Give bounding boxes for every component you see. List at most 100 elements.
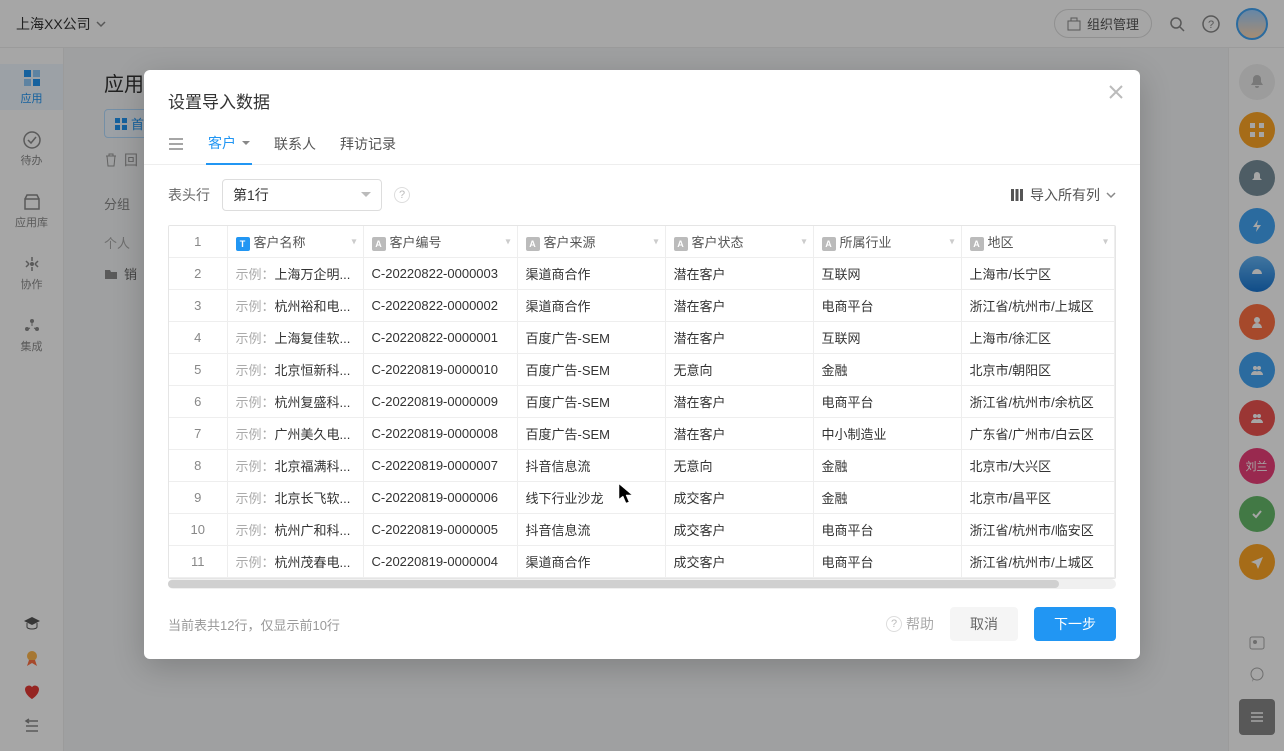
table-row[interactable]: 5示例：北京恒新科...C-20220819-0000010百度广告-SEM无意…: [169, 354, 1115, 386]
cell-region: 浙江省/杭州市/上城区: [961, 546, 1115, 578]
col-customer-source[interactable]: A客户来源▾: [517, 226, 665, 258]
cell-code: C-20220819-0000005: [363, 514, 517, 546]
cell-name: 示例：上海万企明...: [227, 258, 363, 290]
modal-tabs: 客户 联系人 拜访记录: [144, 123, 1140, 165]
cell-industry: 电商平台: [813, 386, 961, 418]
cell-status: 潜在客户: [665, 418, 813, 450]
cell-status: 成交客户: [665, 514, 813, 546]
cell-rownum: 6: [169, 386, 227, 418]
cell-industry: 互联网: [813, 258, 961, 290]
col-region[interactable]: A地区▾: [961, 226, 1115, 258]
col-customer-name[interactable]: T客户名称▾: [227, 226, 363, 258]
header-row-select[interactable]: 第1行: [222, 179, 382, 211]
cell-region: 浙江省/杭州市/余杭区: [961, 386, 1115, 418]
close-icon: [1108, 84, 1124, 100]
cell-industry: 金融: [813, 482, 961, 514]
cell-industry: 金融: [813, 450, 961, 482]
tab-customer[interactable]: 客户: [206, 123, 252, 165]
cell-region: 北京市/大兴区: [961, 450, 1115, 482]
cell-source: 百度广告-SEM: [517, 418, 665, 450]
cell-industry: 互联网: [813, 322, 961, 354]
horizontal-scrollbar[interactable]: [168, 579, 1116, 589]
modal-title: 设置导入数据: [168, 88, 1116, 113]
table-row[interactable]: 7示例：广州美久电...C-20220819-0000008百度广告-SEM潜在…: [169, 418, 1115, 450]
cancel-button[interactable]: 取消: [950, 607, 1018, 641]
info-icon[interactable]: ?: [394, 187, 410, 203]
cell-rownum: 11: [169, 546, 227, 578]
cell-status: 无意向: [665, 450, 813, 482]
help-link[interactable]: ? 帮助: [886, 614, 934, 634]
table-row[interactable]: 8示例：北京福满科...C-20220819-0000007抖音信息流无意向金融…: [169, 450, 1115, 482]
cell-status: 潜在客户: [665, 386, 813, 418]
table-row[interactable]: 9示例：北京长飞软...C-20220819-0000006线下行业沙龙成交客户…: [169, 482, 1115, 514]
table-row[interactable]: 2示例：上海万企明...C-20220822-0000003渠道商合作潜在客户互…: [169, 258, 1115, 290]
cell-status: 成交客户: [665, 546, 813, 578]
cell-region: 上海市/长宁区: [961, 258, 1115, 290]
cell-rownum: 5: [169, 354, 227, 386]
cell-source: 渠道商合作: [517, 546, 665, 578]
modal-overlay: 设置导入数据 客户 联系人 拜访记录 表头行 第1行: [0, 0, 1284, 751]
cell-name: 示例：北京福满科...: [227, 450, 363, 482]
cell-region: 北京市/昌平区: [961, 482, 1115, 514]
footer-note: 当前表共12行，仅显示前10行: [168, 615, 340, 634]
cell-code: C-20220819-0000010: [363, 354, 517, 386]
hamburger-icon: [168, 136, 184, 152]
cell-code: C-20220822-0000001: [363, 322, 517, 354]
header-row-value: 第1行: [233, 187, 269, 203]
cell-code: C-20220822-0000003: [363, 258, 517, 290]
cell-code: C-20220822-0000002: [363, 290, 517, 322]
tab-contact[interactable]: 联系人: [272, 124, 318, 164]
columns-icon: [1010, 188, 1024, 202]
cell-rownum: 4: [169, 322, 227, 354]
cell-code: C-20220819-0000009: [363, 386, 517, 418]
table-row[interactable]: 4示例：上海复佳软...C-20220822-0000001百度广告-SEM潜在…: [169, 322, 1115, 354]
table-row[interactable]: 11示例：杭州茂春电...C-20220819-0000004渠道商合作成交客户…: [169, 546, 1115, 578]
cell-rownum: 8: [169, 450, 227, 482]
cell-region: 上海市/徐汇区: [961, 322, 1115, 354]
help-label: 帮助: [906, 614, 934, 634]
import-data-modal: 设置导入数据 客户 联系人 拜访记录 表头行 第1行: [144, 70, 1140, 659]
cell-industry: 金融: [813, 354, 961, 386]
import-all-label: 导入所有列: [1030, 185, 1100, 205]
cell-industry: 电商平台: [813, 546, 961, 578]
caret-down-icon: [242, 139, 250, 147]
cell-status: 潜在客户: [665, 258, 813, 290]
cell-name: 示例：杭州复盛科...: [227, 386, 363, 418]
cell-region: 广东省/广州市/白云区: [961, 418, 1115, 450]
cell-name: 示例：上海复佳软...: [227, 322, 363, 354]
chevron-down-icon: [1106, 190, 1116, 200]
tab-label: 拜访记录: [340, 134, 396, 154]
cell-rownum: 7: [169, 418, 227, 450]
cell-region: 浙江省/杭州市/上城区: [961, 290, 1115, 322]
cell-name: 示例：杭州广和科...: [227, 514, 363, 546]
import-all-columns-button[interactable]: 导入所有列: [1010, 185, 1116, 205]
tabs-menu-button[interactable]: [168, 136, 186, 152]
table-row[interactable]: 10示例：杭州广和科...C-20220819-0000005抖音信息流成交客户…: [169, 514, 1115, 546]
cell-name: 示例：广州美久电...: [227, 418, 363, 450]
cell-code: C-20220819-0000004: [363, 546, 517, 578]
cell-source: 百度广告-SEM: [517, 322, 665, 354]
cell-rownum: 3: [169, 290, 227, 322]
cell-source: 百度广告-SEM: [517, 354, 665, 386]
help-icon: ?: [886, 616, 902, 632]
col-customer-code[interactable]: A客户编号▾: [363, 226, 517, 258]
cell-code: C-20220819-0000006: [363, 482, 517, 514]
tab-visit[interactable]: 拜访记录: [338, 124, 398, 164]
cell-name: 示例：北京长飞软...: [227, 482, 363, 514]
cell-code: C-20220819-0000007: [363, 450, 517, 482]
cell-name: 示例：杭州裕和电...: [227, 290, 363, 322]
cell-code: C-20220819-0000008: [363, 418, 517, 450]
col-industry[interactable]: A所属行业▾: [813, 226, 961, 258]
cell-source: 抖音信息流: [517, 514, 665, 546]
cell-region: 浙江省/杭州市/临安区: [961, 514, 1115, 546]
next-button[interactable]: 下一步: [1034, 607, 1116, 641]
col-customer-status[interactable]: A客户状态▾: [665, 226, 813, 258]
table-row[interactable]: 6示例：杭州复盛科...C-20220819-0000009百度广告-SEM潜在…: [169, 386, 1115, 418]
table-row[interactable]: 3示例：杭州裕和电...C-20220822-0000002渠道商合作潜在客户电…: [169, 290, 1115, 322]
cell-name: 示例：北京恒新科...: [227, 354, 363, 386]
cell-industry: 中小制造业: [813, 418, 961, 450]
tab-label: 联系人: [274, 134, 316, 154]
modal-close-button[interactable]: [1108, 84, 1124, 100]
cell-status: 潜在客户: [665, 322, 813, 354]
cell-source: 百度广告-SEM: [517, 386, 665, 418]
